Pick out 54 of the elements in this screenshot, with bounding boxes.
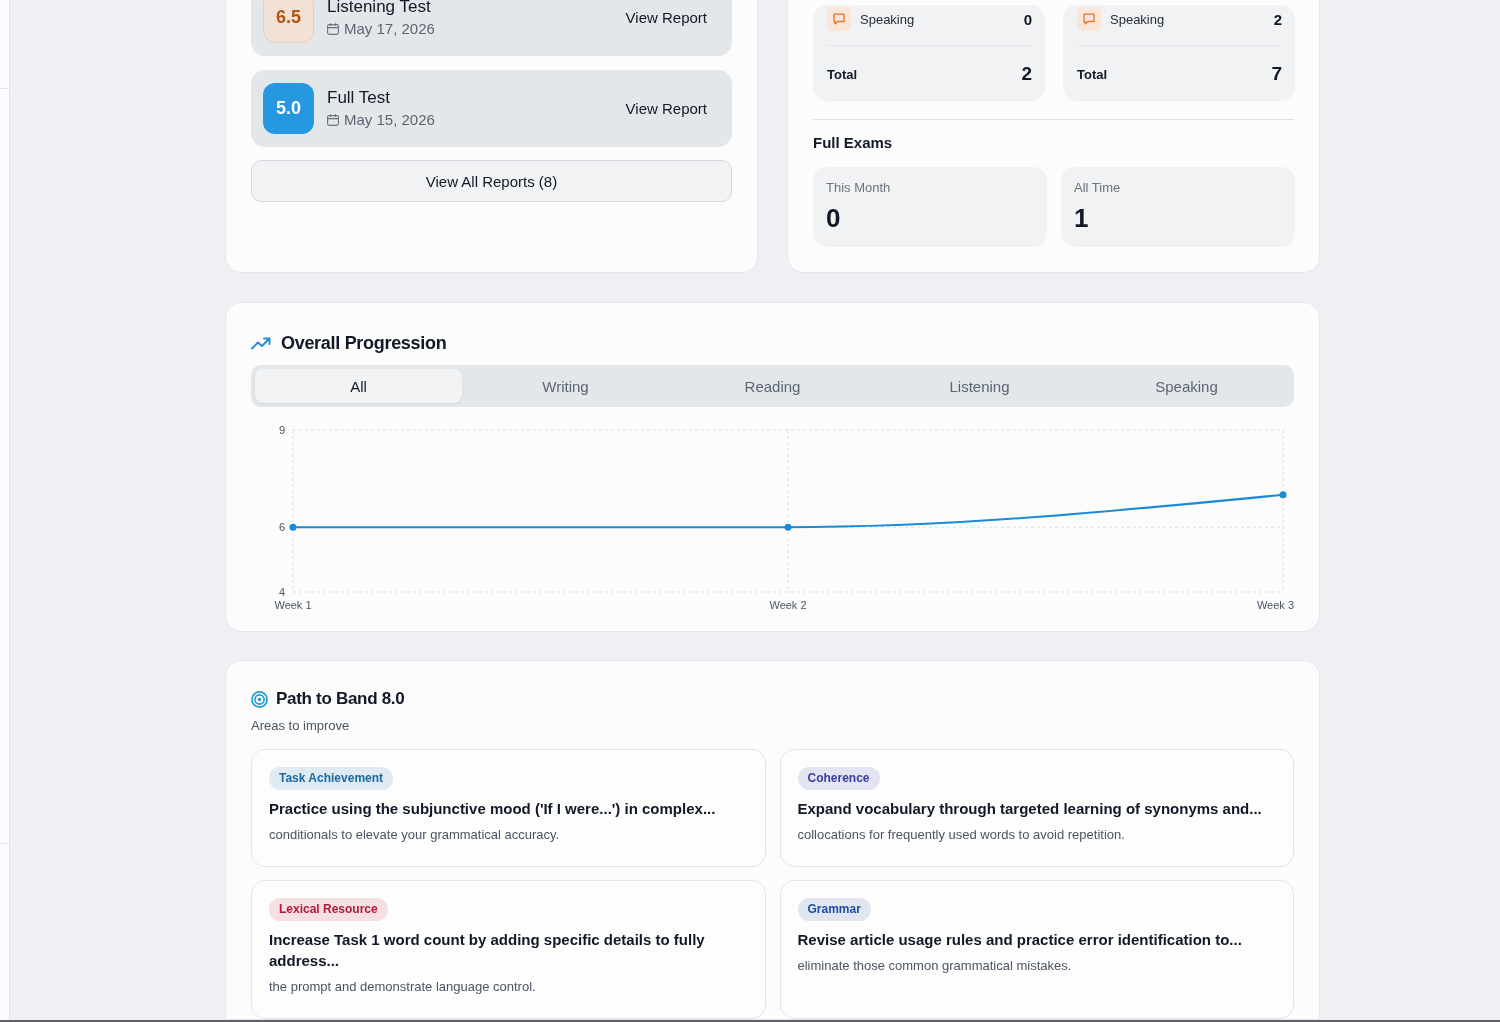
score-badge: 6.5 — [263, 0, 314, 43]
category-tag: Coherence — [797, 767, 880, 790]
tab[interactable]: Writing — [462, 369, 669, 403]
tip-description: the prompt and demonstrate language control. — [269, 979, 536, 995]
tab[interactable]: All — [255, 369, 462, 403]
tab[interactable]: Speaking — [1083, 369, 1290, 403]
y-axis-label: 6 — [278, 521, 285, 534]
chat-bubble-icon — [1077, 7, 1101, 31]
tip-title: Increase Task 1 word count by adding specific details to fully address... — [269, 930, 706, 971]
chat-bubble-icon — [827, 7, 851, 31]
card-title: Path to Band 8.0 — [276, 689, 405, 709]
category-tag: Task Achievement — [269, 767, 394, 790]
view-report-button[interactable]: View Report — [613, 1, 719, 34]
calendar-icon — [327, 23, 339, 35]
total-count: 2 — [1021, 63, 1032, 85]
card-title: Overall Progression — [281, 332, 447, 354]
report-title: Listening Test — [327, 0, 432, 18]
x-axis-label: Week 1 — [274, 599, 312, 611]
subject-count: 0 — [1023, 10, 1032, 28]
report-date: May 17, 2026 — [344, 19, 435, 39]
score-badge: 5.0 — [263, 83, 314, 134]
view-all-button[interactable]: View All Reports (8) — [251, 160, 732, 202]
tip-description: eliminate those common grammatical mistakes. — [797, 958, 1072, 974]
target-icon — [251, 690, 268, 708]
tip-title: Revise article usage rules and practice error identification to... — [797, 930, 1242, 950]
calendar-icon — [327, 114, 339, 126]
tab[interactable]: Listening — [876, 369, 1083, 403]
subject-count: 2 — [1273, 10, 1282, 28]
trend-up-icon — [251, 336, 271, 350]
stat-label: This Month — [826, 179, 892, 197]
tab[interactable]: Reading — [669, 369, 876, 403]
subject-label: Speaking — [860, 11, 916, 27]
section-heading: Full Exams — [813, 133, 894, 153]
total-label: Total — [827, 66, 859, 82]
report-date: May 15, 2026 — [344, 110, 435, 130]
card-subtitle: Areas to improve — [251, 717, 351, 735]
view-report-button[interactable]: View Report — [613, 92, 719, 125]
subject-label: Speaking — [1110, 11, 1166, 27]
stat-value: 0 — [826, 203, 842, 233]
tip-description: collocations for frequently used words to avoid repetition. — [797, 827, 1125, 843]
tip-title: Practice using the subjunctive mood ('If I were...') in complex... — [269, 799, 716, 819]
report-title: Full Test — [327, 87, 391, 109]
tip-title: Expand vocabulary through targeted learning of synonyms and... — [797, 799, 1262, 819]
stat-value: 1 — [1074, 203, 1090, 233]
total-label: Total — [1077, 66, 1109, 82]
category-tag: Grammar — [797, 898, 871, 921]
total-count: 7 — [1271, 63, 1282, 85]
x-axis-label: Week 3 — [1256, 599, 1294, 611]
y-axis-label: 9 — [278, 424, 285, 436]
stat-label: All Time — [1074, 179, 1122, 197]
y-axis-label: 4 — [278, 586, 285, 598]
x-axis-label: Week 2 — [769, 599, 807, 611]
tip-description: conditionals to elevate your grammatical accuracy. — [269, 827, 560, 843]
category-tag: Lexical Resource — [269, 898, 388, 921]
